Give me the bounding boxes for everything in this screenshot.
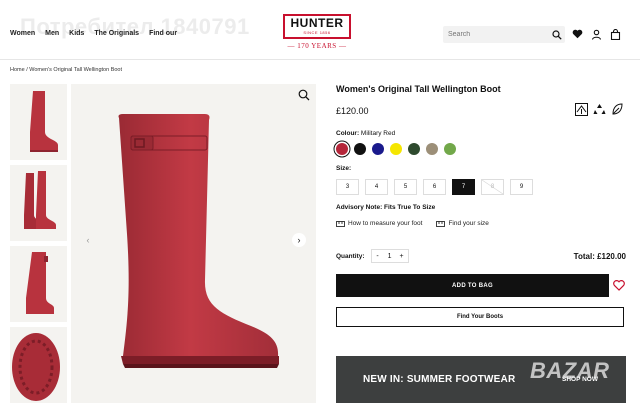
add-to-bag-button[interactable]: ADD TO BAG bbox=[336, 274, 609, 297]
find-size-text: Find your size bbox=[448, 220, 489, 227]
total-price: Total: £120.00 bbox=[573, 251, 626, 261]
main-nav: Women Men Kids The Originals Find our bbox=[10, 30, 177, 37]
promo-title: NEW IN: SUMMER FOOTWEAR bbox=[363, 374, 516, 385]
colour-swatch[interactable] bbox=[390, 143, 402, 155]
main-product-image[interactable]: ‹ › bbox=[71, 84, 316, 403]
thumbnail-back[interactable] bbox=[10, 246, 67, 322]
nav-item-kids[interactable]: Kids bbox=[69, 30, 84, 37]
measure-foot-link[interactable]: How to measure your foot bbox=[336, 220, 422, 227]
next-image-arrow[interactable]: › bbox=[292, 233, 306, 247]
search-input[interactable] bbox=[443, 31, 549, 38]
thumbnail-pair[interactable] bbox=[10, 165, 67, 241]
product-info: Women's Original Tall Wellington Boot £1… bbox=[336, 84, 626, 403]
size-option[interactable]: 4 bbox=[365, 179, 388, 195]
bag-icon[interactable] bbox=[609, 28, 621, 40]
header-icons bbox=[571, 28, 621, 40]
size-label: Size: bbox=[336, 165, 352, 172]
colour-swatch[interactable] bbox=[426, 143, 438, 155]
logo-text: HUNTER bbox=[290, 16, 344, 30]
size-option[interactable]: 6 bbox=[423, 179, 446, 195]
measure-foot-text: How to measure your foot bbox=[348, 220, 423, 227]
thumbnail-sole[interactable] bbox=[10, 327, 67, 403]
hunter-logo[interactable]: HUNTER SINCE 1856 — 170 YEARS — bbox=[283, 14, 351, 50]
breadcrumb[interactable]: Home / Women's Original Tall Wellington … bbox=[10, 67, 122, 73]
nav-item-men[interactable]: Men bbox=[45, 30, 59, 37]
size-option[interactable]: 5 bbox=[394, 179, 417, 195]
colour-value: Military Red bbox=[360, 130, 396, 137]
search-icon[interactable] bbox=[549, 27, 565, 43]
colour-swatch[interactable] bbox=[408, 143, 420, 155]
quantity-value[interactable]: 1 bbox=[384, 253, 396, 260]
product-badges bbox=[575, 103, 624, 121]
advisory-note: Advisory Note: Fits True To Size bbox=[336, 204, 436, 211]
size-option[interactable]: 7 bbox=[452, 179, 475, 195]
size-option[interactable]: 3 bbox=[336, 179, 359, 195]
colour-swatch[interactable] bbox=[336, 143, 348, 155]
colour-swatches bbox=[336, 143, 456, 155]
ruler-icon bbox=[436, 220, 446, 227]
product-title: Women's Original Tall Wellington Boot bbox=[336, 84, 501, 94]
thumbnail-side[interactable] bbox=[10, 84, 67, 160]
boot-illustration bbox=[118, 114, 279, 368]
size-options: 3456789 bbox=[336, 179, 533, 195]
colour-label: Colour: Military Red bbox=[336, 130, 395, 137]
site-header: Потребител 1840791 Women Men Kids The Or… bbox=[0, 0, 640, 60]
colour-swatch[interactable] bbox=[444, 143, 456, 155]
leaf-icon bbox=[611, 103, 624, 121]
prev-image-arrow[interactable]: ‹ bbox=[81, 233, 95, 247]
find-your-boots-button[interactable]: Find Your Boots bbox=[336, 307, 624, 327]
quantity-label: Quantity: bbox=[336, 252, 365, 260]
quantity-stepper: - 1 + bbox=[370, 249, 409, 263]
quantity-minus-button[interactable]: - bbox=[372, 253, 384, 260]
user-icon[interactable] bbox=[590, 28, 602, 40]
search-bar bbox=[443, 26, 565, 43]
logo-box: HUNTER SINCE 1856 bbox=[283, 14, 351, 39]
vegan-icon bbox=[575, 103, 588, 121]
site-watermark: BAZAR bbox=[530, 358, 610, 383]
size-option[interactable]: 8 bbox=[481, 179, 504, 195]
thumbnail-gallery bbox=[10, 84, 67, 408]
colour-swatch[interactable] bbox=[354, 143, 366, 155]
wishlist-heart-icon[interactable] bbox=[612, 278, 626, 292]
quantity-row: Quantity: - 1 + Total: £120.00 bbox=[336, 249, 626, 263]
product-price: £120.00 bbox=[336, 106, 369, 116]
find-size-link[interactable]: Find your size bbox=[436, 220, 489, 227]
recycle-icon bbox=[593, 103, 606, 121]
heart-icon[interactable] bbox=[571, 28, 583, 40]
zoom-icon[interactable] bbox=[298, 88, 310, 106]
nav-item-originals[interactable]: The Originals bbox=[94, 30, 139, 37]
colour-swatch[interactable] bbox=[372, 143, 384, 155]
nav-item-find[interactable]: Find our bbox=[149, 30, 177, 37]
colour-heading: Colour: bbox=[336, 130, 360, 137]
ruler-icon bbox=[336, 220, 345, 227]
logo-since: SINCE 1856 bbox=[303, 30, 331, 35]
size-option[interactable]: 9 bbox=[510, 179, 533, 195]
logo-years: — 170 YEARS — bbox=[287, 42, 347, 50]
quantity-plus-button[interactable]: + bbox=[396, 253, 408, 260]
size-help-links: How to measure your foot Find your size bbox=[336, 220, 489, 227]
nav-item-women[interactable]: Women bbox=[10, 30, 35, 37]
